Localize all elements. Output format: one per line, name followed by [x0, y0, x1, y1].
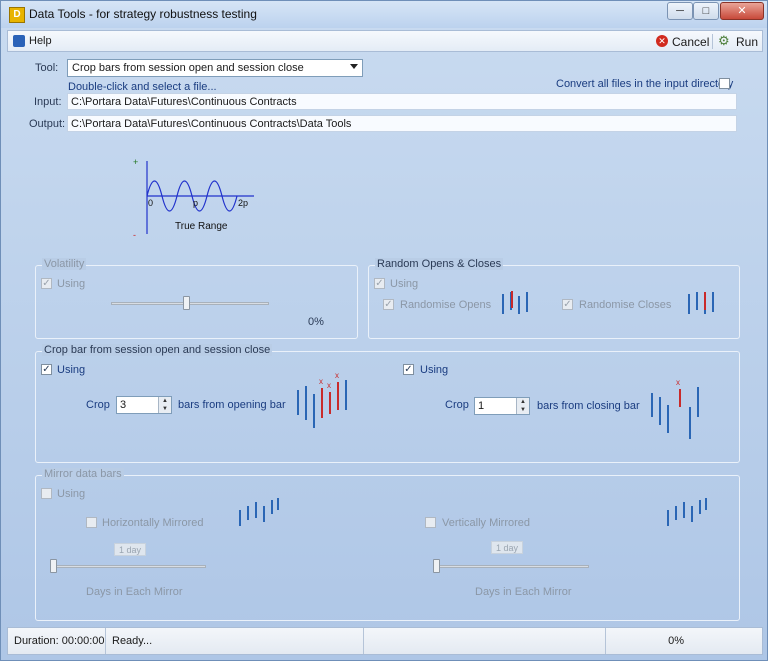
volatility-using-label: Using: [57, 278, 86, 290]
crop-opening-spinner[interactable]: 3 ▲ ▼: [116, 396, 172, 414]
random-group: Random Opens & Closes ✓ Using ✓ Randomis…: [368, 258, 740, 339]
input-label: Input:: [34, 96, 62, 108]
menu-separator: [712, 34, 713, 49]
app-icon: D: [9, 7, 25, 23]
right-mirror-slider-thumb[interactable]: [433, 559, 440, 573]
volatility-slider-thumb[interactable]: [183, 296, 191, 310]
diagram-2p: 2p: [238, 198, 248, 208]
closes-bars-icon: [688, 292, 714, 314]
diagram-p: p: [193, 198, 198, 208]
diagram-zero: 0: [148, 198, 153, 208]
svg-text:x: x: [319, 377, 323, 386]
random-using-label: Using: [390, 278, 419, 290]
crop-left-using-label: Using: [57, 364, 86, 376]
vertical-mirror-label: Vertically Mirrored: [442, 517, 531, 529]
file-hint: Double-click and select a file...: [68, 81, 217, 93]
mirror-group: Mirror data bars Using Horizontally Mirr…: [35, 468, 740, 621]
random-title: Random Opens & Closes: [375, 258, 504, 270]
tool-select-value: Crop bars from session open and session …: [72, 62, 304, 74]
status-text: Ready...: [106, 628, 364, 654]
help-icon: [13, 35, 25, 47]
randomise-opens-label: Randomise Opens: [400, 299, 492, 311]
randomise-closes-checkbox[interactable]: ✓: [562, 299, 573, 310]
progress-value: 0%: [668, 635, 684, 647]
diagram-minus: -: [133, 230, 136, 240]
left-mirror-slider-track: [50, 565, 206, 568]
crop-left-label: Crop: [86, 399, 110, 411]
duration-label: Duration:: [14, 635, 59, 647]
chevron-down-icon: [350, 64, 358, 69]
vertical-mirror-icon: [667, 498, 707, 526]
svg-text:x: x: [335, 371, 339, 380]
title-bar: D Data Tools - for strategy robustness t…: [1, 1, 767, 28]
crop-opening-value: 3: [120, 399, 127, 411]
cancel-icon: ✕: [656, 35, 668, 47]
output-label: Output:: [29, 118, 66, 130]
status-empty-cell: [364, 628, 606, 654]
opens-bars-icon: [502, 291, 528, 314]
svg-text:x: x: [327, 381, 331, 390]
diagram-plus: +: [133, 157, 138, 167]
horizontal-mirror-checkbox[interactable]: [86, 517, 97, 528]
horizontal-mirror-icon: [239, 498, 279, 526]
crop-group: Crop bar from session open and session c…: [35, 344, 740, 463]
mirror-using-checkbox[interactable]: [41, 488, 52, 499]
crop-right-using-label: Using: [420, 364, 449, 376]
volatility-group: Volatility ✓ Using 0%: [35, 258, 358, 339]
crop-left-using-checkbox[interactable]: ✓: [41, 364, 52, 375]
duration-cell: Duration: 00:00:00: [8, 628, 106, 654]
status-bar: Duration: 00:00:00 Ready... 0%: [7, 627, 763, 655]
window-title: Data Tools - for strategy robustness tes…: [29, 7, 257, 21]
close-button[interactable]: ✕: [720, 2, 764, 20]
volatility-using-checkbox[interactable]: ✓: [41, 278, 52, 289]
volatility-title: Volatility: [42, 258, 87, 270]
horizontal-mirror-label: Horizontally Mirrored: [102, 517, 204, 529]
menu-bar: Help ✕ Cancel ⚙ Run: [7, 30, 763, 52]
crop-opening-spin-buttons[interactable]: ▲ ▼: [158, 397, 171, 413]
output-path-field[interactable]: C:\Portara Data\Futures\Continuous Contr…: [67, 115, 737, 132]
crop-right-suffix: bars from closing bar: [537, 400, 640, 412]
crop-close-bars-icon: x: [651, 378, 699, 439]
right-days-caption: Days in Each Mirror: [475, 586, 572, 598]
crop-title: Crop bar from session open and session c…: [42, 344, 273, 356]
left-mirror-slider-thumb[interactable]: [50, 559, 57, 573]
randomise-opens-checkbox[interactable]: ✓: [383, 299, 394, 310]
randomise-closes-label: Randomise Closes: [579, 299, 672, 311]
vertical-mirror-checkbox[interactable]: [425, 517, 436, 528]
cancel-button[interactable]: Cancel: [672, 35, 709, 49]
left-days-box: 1 day: [114, 543, 146, 556]
crop-closing-spin-buttons[interactable]: ▲ ▼: [516, 398, 529, 414]
crop-closing-value: 1: [478, 400, 485, 412]
tool-select[interactable]: Crop bars from session open and session …: [67, 59, 363, 77]
duration-value: 00:00:00: [61, 635, 105, 647]
convert-all-checkbox[interactable]: [719, 78, 730, 89]
mirror-title: Mirror data bars: [42, 468, 124, 480]
maximize-button[interactable]: □: [693, 2, 719, 20]
main-window: D Data Tools - for strategy robustness t…: [0, 0, 768, 661]
crop-closing-spinner[interactable]: 1 ▲ ▼: [474, 397, 530, 415]
help-menu[interactable]: Help: [29, 35, 52, 47]
convert-all-label: Convert all files in the input directory: [556, 78, 734, 90]
gear-icon: ⚙: [718, 33, 730, 48]
mirror-using-label: Using: [57, 488, 86, 500]
right-days-box: 1 day: [491, 541, 523, 554]
crop-right-label: Crop: [445, 399, 469, 411]
minimize-button[interactable]: ─: [667, 2, 693, 20]
left-days-caption: Days in Each Mirror: [86, 586, 183, 598]
random-using-checkbox[interactable]: ✓: [374, 278, 385, 289]
volatility-value: 0%: [308, 316, 324, 328]
tool-label: Tool:: [35, 62, 59, 74]
svg-text:x: x: [676, 378, 680, 387]
crop-open-bars-icon: x xx: [297, 371, 347, 428]
run-button[interactable]: Run: [736, 35, 758, 49]
right-mirror-slider-track: [433, 565, 589, 568]
diagram-caption: True Range: [175, 221, 228, 232]
true-range-diagram: + - 0 p 2p True Range: [133, 157, 254, 240]
crop-right-using-checkbox[interactable]: ✓: [403, 364, 414, 375]
input-path-field[interactable]: C:\Portara Data\Futures\Continuous Contr…: [67, 93, 737, 110]
crop-left-suffix: bars from opening bar: [178, 399, 286, 411]
